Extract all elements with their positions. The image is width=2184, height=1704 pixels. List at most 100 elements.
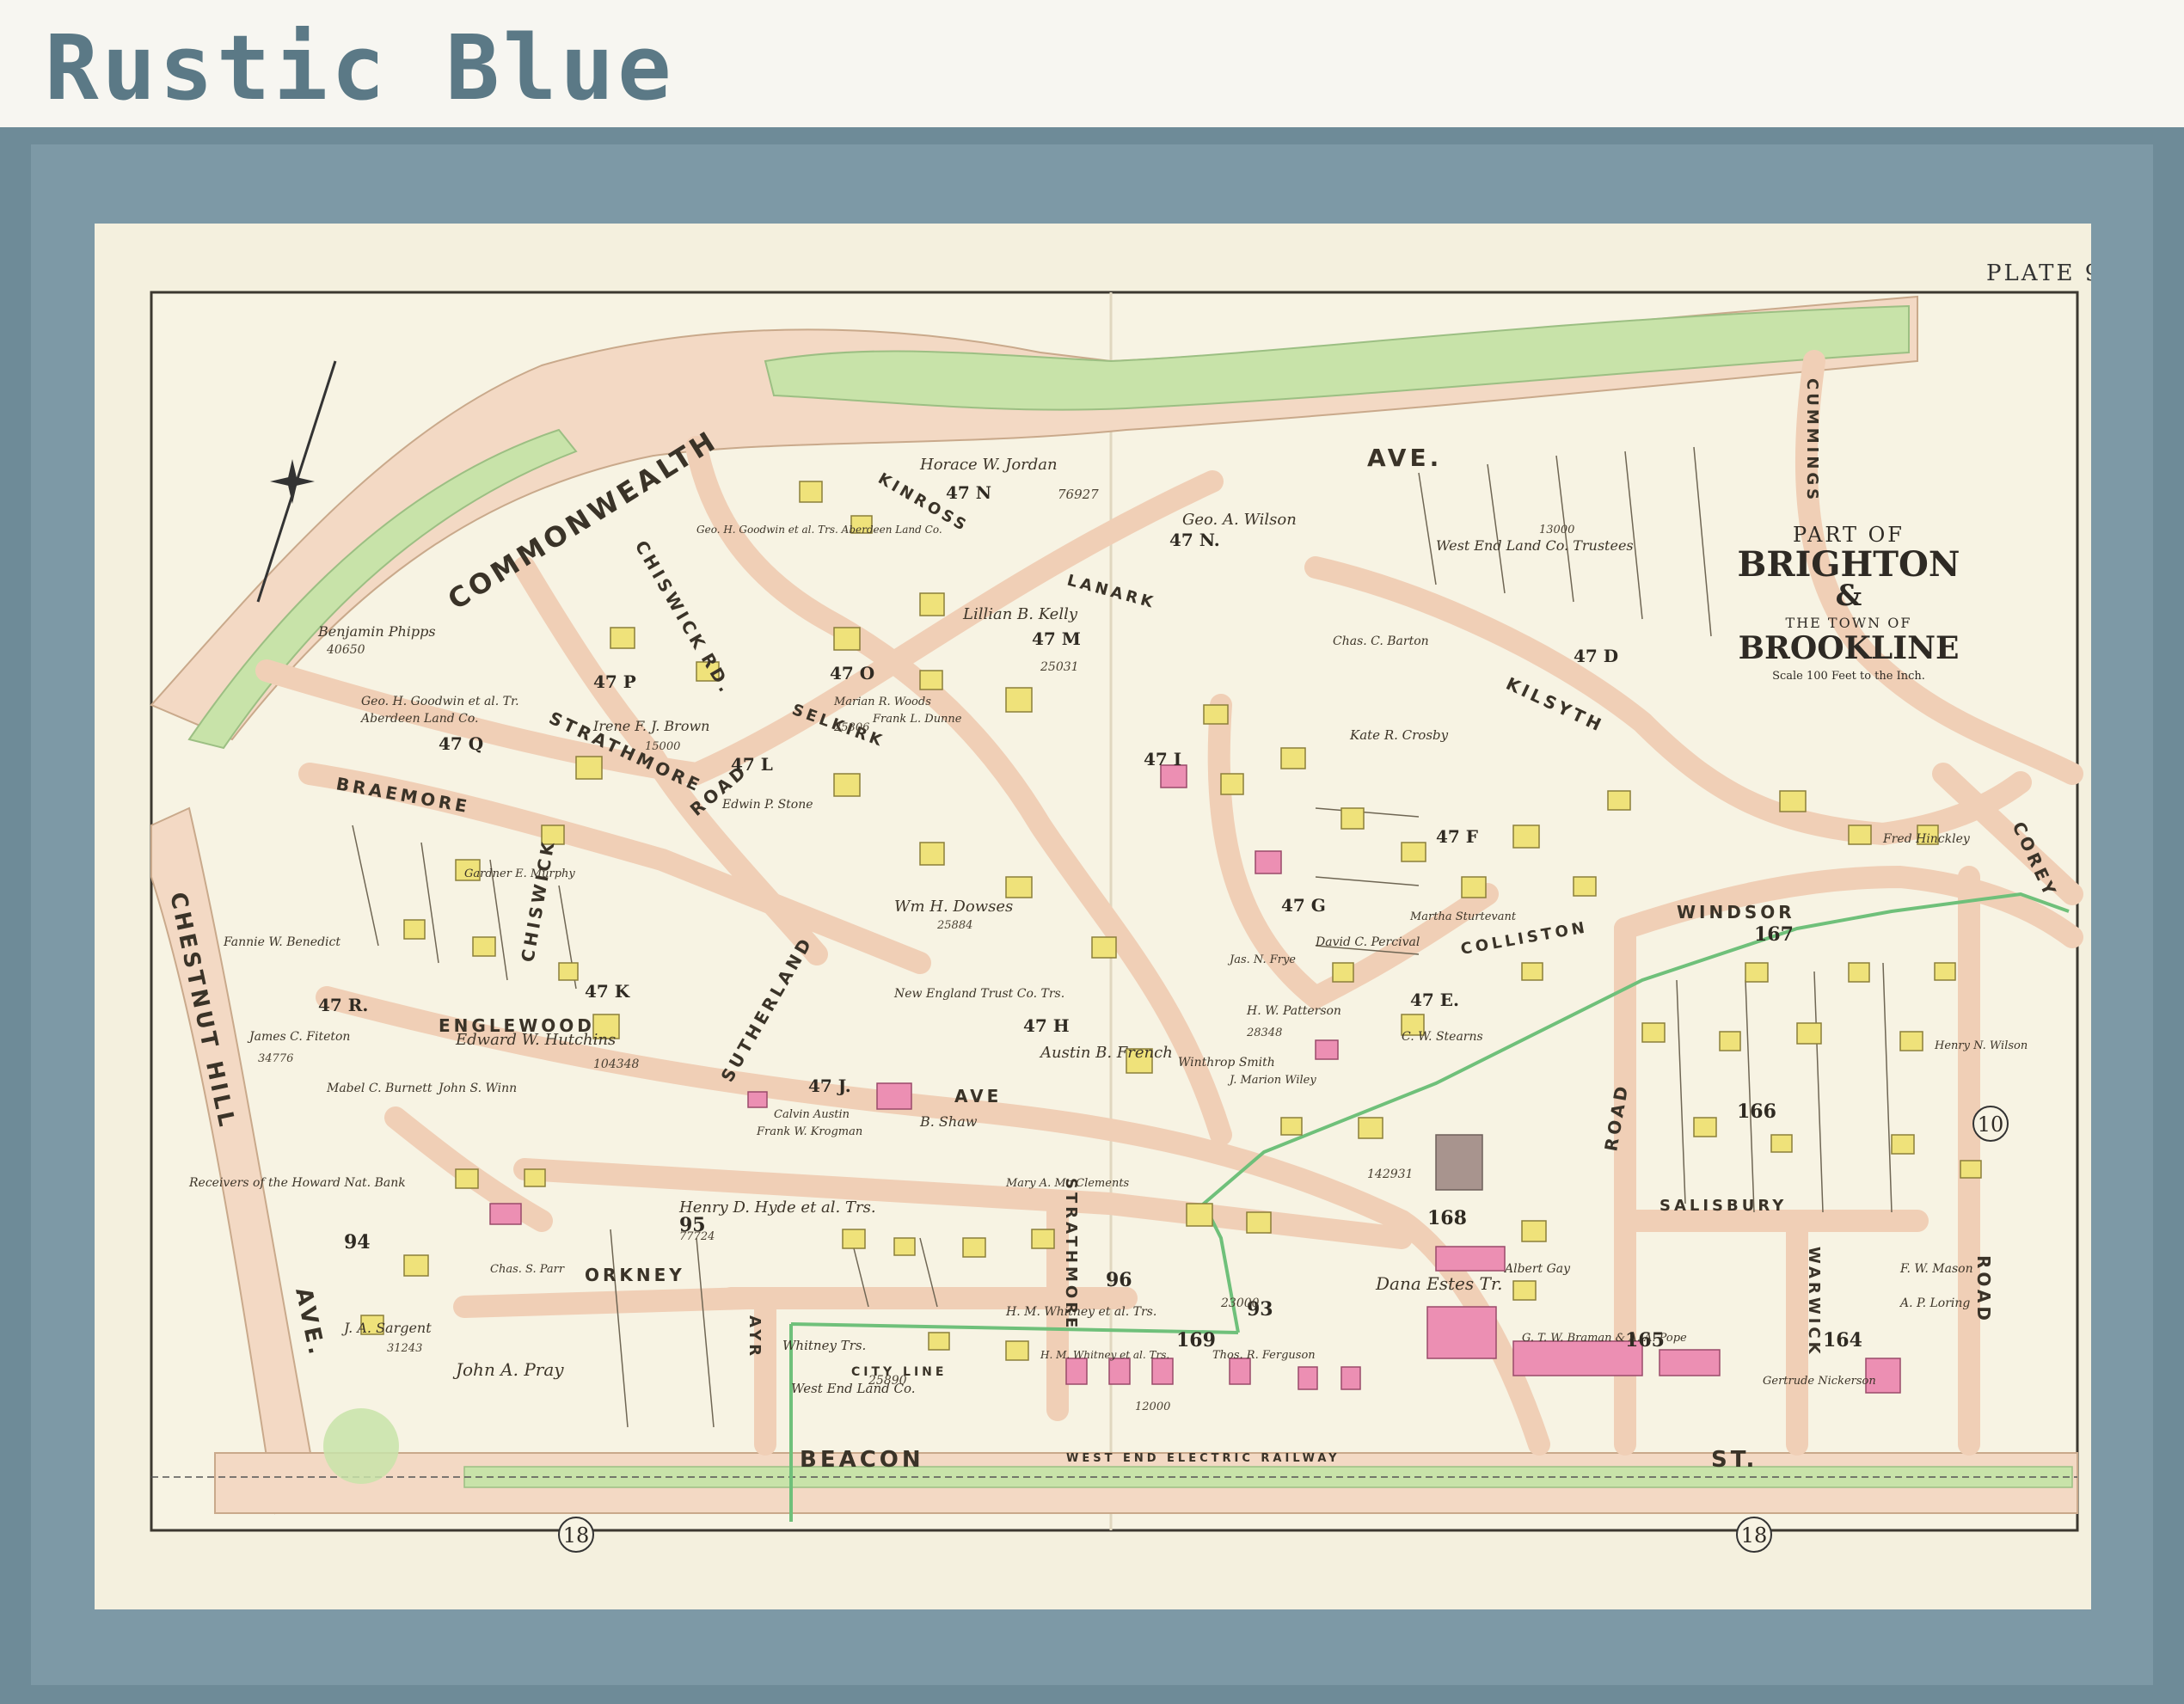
owner-label: Austin B. French — [1039, 1044, 1173, 1062]
area-label: 40650 — [326, 643, 365, 657]
area-label: 23000 — [1220, 1296, 1260, 1310]
owner-label: Marian R. Woods — [833, 696, 931, 708]
mat: 10 18 18 PLATE 9. PART OF BRIGHTON & THE… — [95, 224, 2091, 1609]
map-plate: 10 18 18 PLATE 9. PART OF BRIGHTON & THE… — [95, 224, 2091, 1609]
lot-47h: 47 H — [1023, 1015, 1070, 1036]
area-label: 77724 — [679, 1230, 715, 1243]
owner-label: Martha Sturtevant — [1409, 910, 1517, 923]
lot-169: 169 — [1176, 1329, 1216, 1352]
owner-label: Mabel C. Burnett — [326, 1082, 433, 1095]
plate-ref-10: 10 — [1978, 1113, 2004, 1137]
street-cummings: CUMMINGS — [1803, 378, 1821, 503]
owner-label: Edwin P. Stone — [721, 798, 813, 812]
street-beacon: BEACON — [800, 1447, 924, 1473]
street-windsor: WINDSOR — [1677, 902, 1795, 922]
plate-ref-18-right: 18 — [1741, 1523, 1768, 1548]
lot-166: 166 — [1737, 1100, 1776, 1123]
owner-label: Gardner E. Murphy — [464, 867, 575, 880]
owner-label: Calvin Austin — [774, 1108, 850, 1121]
lot-96: 96 — [1106, 1269, 1132, 1291]
lot-47l: 47 L — [731, 754, 773, 775]
lot-47p: 47 P — [593, 671, 636, 692]
lot-47n: 47 N — [946, 482, 991, 503]
owner-label: Frank W. Krogman — [756, 1125, 862, 1138]
owner-label: Aberdeen Land Co. — [359, 712, 478, 726]
area-label: 25031 — [1040, 660, 1079, 674]
owner-label: John A. Pray — [452, 1359, 564, 1380]
area-label: 25890 — [868, 1374, 907, 1388]
park-circle — [323, 1408, 399, 1484]
owner-label: Dana Estes Tr. — [1375, 1273, 1503, 1294]
street-road-right: ROAD — [1973, 1255, 1994, 1324]
owner-label: J. Marion Wiley — [1227, 1074, 1316, 1087]
railway-label: WEST END ELECTRIC RAILWAY — [1066, 1452, 1340, 1465]
lot-47m: 47 M — [1032, 628, 1081, 649]
lot-47e: 47 E. — [1410, 990, 1459, 1010]
lot-47k: 47 K — [585, 981, 630, 1002]
owner-label: Geo. H. Goodwin et al. Trs. Aberdeen Lan… — [696, 524, 942, 536]
lot-94: 94 — [344, 1231, 371, 1253]
owner-label: John S. Winn — [436, 1082, 517, 1095]
owner-label: Horace W. Jordan — [919, 456, 1058, 474]
street-beacon-st: ST. — [1711, 1447, 1758, 1473]
lot-47i: 47 I — [1144, 749, 1181, 769]
area-label: 34776 — [258, 1052, 293, 1065]
lot-47n-2: 47 N. — [1169, 530, 1220, 550]
banner: Rustic Blue — [0, 0, 2184, 127]
owner-label: Geo. A. Wilson — [1182, 511, 1297, 529]
owner-label: Winthrop Smith — [1178, 1056, 1275, 1070]
area-label: 28348 — [1246, 1027, 1282, 1039]
plate-ref-18-left: 18 — [563, 1523, 590, 1548]
title-the-town-of: THE TOWN OF — [1786, 615, 1912, 631]
banner-title: Rustic Blue — [45, 15, 675, 120]
owner-label: Frank L. Dunne — [872, 713, 962, 726]
area-label: 142931 — [1367, 1168, 1413, 1181]
owner-label: Thos. R. Ferguson — [1212, 1349, 1316, 1362]
owner-label: Wm H. Dowses — [894, 898, 1013, 916]
lot-47g: 47 G — [1281, 895, 1326, 916]
lot-47q: 47 Q — [439, 733, 483, 754]
lot-168: 168 — [1427, 1207, 1467, 1229]
owner-label: Whitney Trs. — [782, 1338, 866, 1353]
lot-47r: 47 R. — [318, 995, 368, 1015]
owner-label: Fred Hinckley — [1882, 832, 1971, 846]
lot-167: 167 — [1754, 923, 1794, 946]
owner-label: David C. Percival — [1315, 935, 1420, 949]
lot-47d: 47 D — [1574, 646, 1618, 666]
title-part-of: PART OF — [1793, 523, 1905, 547]
owner-label: Benjamin Phipps — [317, 623, 436, 640]
owner-label: Lillian B. Kelly — [962, 605, 1078, 623]
owner-label: H. W. Patterson — [1246, 1004, 1341, 1018]
area-label: 76927 — [1058, 487, 1099, 502]
plate-number: PLATE 9. — [1986, 261, 2091, 286]
lot-47f: 47 F — [1436, 826, 1478, 847]
area-label: 15000 — [645, 740, 680, 753]
owner-label: Receivers of the Howard Nat. Bank — [188, 1176, 406, 1190]
owner-label: H. M. Whitney et al. Trs. — [1040, 1349, 1169, 1361]
street-ayr: AYR — [745, 1315, 764, 1359]
owner-label: G. T. W. Braman & A. A. Pope — [1522, 1332, 1687, 1345]
lot-47j: 47 J. — [808, 1076, 851, 1096]
owner-label: Fannie W. Benedict — [223, 935, 340, 949]
owner-label: Chas. S. Parr — [490, 1263, 565, 1276]
owner-label: B. Shaw — [919, 1113, 978, 1130]
street-salisbury: SALISBURY — [1659, 1197, 1787, 1215]
title-scale: Scale 100 Feet to the Inch. — [1772, 670, 1925, 683]
lot-47o: 47 O — [830, 663, 874, 683]
owner-label: A. P. Loring — [1899, 1296, 1970, 1310]
owner-label: H. M. Whitney et al. Trs. — [1005, 1305, 1156, 1319]
street-commonwealth-ave: AVE. — [1367, 444, 1442, 472]
lot-164: 164 — [1823, 1329, 1862, 1352]
owner-label: Irene F. J. Brown — [592, 718, 709, 734]
owner-label: James C. Fiteton — [247, 1030, 350, 1044]
owner-label: Edward W. Hutchins — [455, 1031, 616, 1049]
owner-label: Geo. H. Goodwin et al. Tr. — [361, 695, 519, 708]
owner-label: C. W. Stearns — [1402, 1030, 1483, 1044]
area-label: 13000 — [1539, 524, 1574, 536]
owner-label: Henry N. Wilson — [1934, 1039, 2028, 1052]
area-label: 25884 — [936, 919, 972, 932]
owner-label: New England Trust Co. Trs. — [893, 987, 1064, 1001]
title-brookline: BROOKLINE — [1739, 630, 1960, 666]
owner-label: J. A. Sargent — [341, 1320, 432, 1336]
owner-label: F. W. Mason — [1899, 1262, 1973, 1276]
